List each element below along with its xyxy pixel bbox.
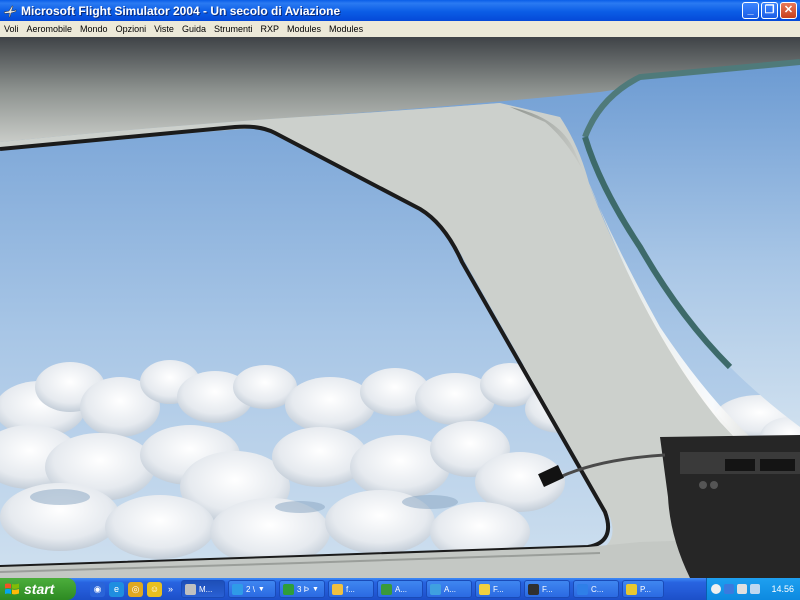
clock: 14.56 (771, 584, 794, 594)
task-button-c[interactable]: C... (573, 580, 620, 598)
menu-opzioni[interactable]: Opzioni (112, 24, 151, 34)
airplane-icon (3, 4, 17, 18)
task-label: C... (591, 584, 604, 594)
menu-bar: Voli Aeromobile Mondo Opzioni Viste Guid… (0, 21, 800, 38)
airplane-icon (185, 583, 197, 595)
task-button-group-2[interactable]: 2 \ ▼ (228, 580, 277, 598)
app-icon (528, 583, 540, 595)
app-icon (626, 583, 638, 595)
task-label: P... (640, 584, 651, 594)
internet-explorer-icon (577, 583, 589, 595)
media-player-icon[interactable]: ◎ (128, 581, 143, 597)
chevron-down-icon: ▼ (257, 585, 265, 593)
menu-guida[interactable]: Guida (178, 24, 210, 34)
app-icon (479, 583, 491, 595)
title-bar[interactable]: Microsoft Flight Simulator 2004 - Un sec… (0, 0, 800, 21)
show-desktop-icon[interactable]: ◉ (90, 581, 105, 597)
task-button-f1[interactable]: F... (475, 580, 522, 598)
tray-arrow-icon[interactable] (711, 584, 721, 594)
start-label: start (24, 581, 55, 597)
quick-launch: ◉ e ◎ ☺ (90, 581, 162, 597)
quick-launch-more-icon[interactable]: » (168, 584, 173, 594)
menu-viste[interactable]: Viste (150, 24, 178, 34)
task-label: f... (346, 584, 355, 594)
menu-modules-2[interactable]: Modules (325, 24, 367, 34)
task-label: F... (493, 584, 504, 594)
menu-voli[interactable]: Voli (0, 24, 23, 34)
folder-icon (332, 583, 344, 595)
menu-mondo[interactable]: Mondo (76, 24, 112, 34)
app-icon (430, 583, 442, 595)
windows-logo-icon (5, 583, 19, 595)
menu-modules[interactable]: Modules (283, 24, 325, 34)
cockpit-view[interactable] (0, 37, 800, 578)
task-button-a1[interactable]: A... (377, 580, 424, 598)
internet-explorer-icon[interactable]: e (109, 581, 124, 597)
task-button-a2[interactable]: A... (426, 580, 473, 598)
excel-icon (283, 583, 295, 595)
network-icon[interactable] (724, 584, 734, 594)
maximize-button[interactable]: ❐ (761, 2, 778, 19)
system-tray: 14.56 (706, 578, 800, 600)
task-label: 3 Þ (297, 584, 310, 594)
task-label: A... (444, 584, 457, 594)
task-button-folder[interactable]: f... (328, 580, 375, 598)
menu-rxp[interactable]: RXP (257, 24, 284, 34)
messenger-icon[interactable] (737, 584, 747, 594)
task-button-p[interactable]: P... (622, 580, 665, 598)
messenger-icon[interactable]: ☺ (147, 581, 162, 597)
folder-group-icon (232, 583, 244, 595)
minimize-button[interactable]: _ (742, 2, 759, 19)
volume-icon[interactable] (750, 584, 760, 594)
task-buttons: M... 2 \ ▼ 3 Þ ▼ f... A... A... F... F..… (181, 580, 665, 598)
menu-strumenti[interactable]: Strumenti (210, 24, 257, 34)
task-button-f2[interactable]: F... (524, 580, 571, 598)
task-label: 2 \ (246, 584, 255, 594)
cockpit-scene-graphic (0, 37, 800, 578)
chevron-down-icon: ▼ (312, 585, 319, 593)
app-icon (381, 583, 393, 595)
taskbar: start ◉ e ◎ ☺ » M... 2 \ ▼ 3 Þ ▼ f... A.… (0, 578, 800, 600)
task-label: F... (542, 584, 553, 594)
task-label: M... (199, 584, 213, 594)
window-title: Microsoft Flight Simulator 2004 - Un sec… (21, 3, 341, 18)
task-label: A... (395, 584, 408, 594)
task-button-flight-simulator[interactable]: M... (181, 580, 226, 598)
task-button-group-3[interactable]: 3 Þ ▼ (279, 580, 326, 598)
start-button[interactable]: start (0, 578, 76, 600)
close-button[interactable]: ✕ (780, 2, 797, 19)
menu-aeromobile[interactable]: Aeromobile (23, 24, 77, 34)
